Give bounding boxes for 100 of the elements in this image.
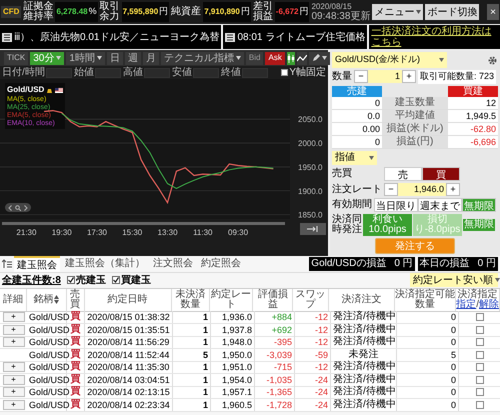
table-cell: 発注済/待機中 [331, 361, 397, 374]
table-cell: 5 [173, 348, 211, 361]
row-checkbox[interactable] [476, 400, 484, 409]
detail-button[interactable]: + [2, 312, 24, 322]
tab[interactable]: 建玉照会 [14, 256, 60, 272]
table-cell: 発注済/待機中 [331, 336, 397, 348]
close-button[interactable]: × [487, 4, 499, 20]
increase-button[interactable]: + [402, 70, 416, 84]
table-cell: 0.00 [332, 122, 382, 134]
y-axis-label: 1900.0 [298, 186, 322, 196]
decrease-button[interactable]: − [354, 70, 368, 84]
row-checkbox[interactable] [476, 350, 484, 359]
row-checkbox[interactable] [476, 363, 484, 372]
row-checkbox[interactable] [476, 376, 484, 384]
designate-link[interactable]: 指定 [456, 300, 476, 310]
line-chart-button[interactable] [296, 52, 307, 64]
ohlc-field [46, 68, 72, 78]
column-header: 評価損益 [256, 290, 289, 310]
period-tab[interactable]: 日 [106, 52, 123, 64]
price-side-tab[interactable]: Bid [246, 52, 264, 64]
table-cell: -12 [295, 336, 331, 348]
expiry-option[interactable]: 当日限り [374, 198, 418, 212]
candlestick-chart-button[interactable] [286, 52, 295, 64]
x-axis-label: 15:30 [122, 228, 142, 237]
zoom-control[interactable] [5, 203, 31, 212]
pnl-value: 0 円 [478, 257, 496, 271]
table-cell: 発注済/待機中 [331, 398, 397, 411]
scroll-to-latest-button[interactable] [300, 223, 326, 235]
period-tab[interactable]: TICK [4, 52, 28, 64]
board-switch-button[interactable]: ボード切換 [425, 4, 480, 20]
x-axis-label: 11:30 [193, 228, 213, 237]
line-chart-icon [296, 54, 307, 62]
period-tab[interactable]: 1時間 [66, 52, 105, 64]
sort-list-icon[interactable] [2, 259, 12, 268]
ohlc-label: 始値 [74, 68, 94, 78]
stat-label: 差引損益 [252, 2, 273, 22]
rate-field[interactable]: 1,946.0 [398, 182, 446, 196]
filter-checkbox[interactable] [66, 276, 75, 284]
menu-button[interactable]: メニュー [372, 4, 424, 20]
period-tab[interactable]: 月 [142, 52, 159, 64]
table-cell: 1,951.0 [211, 361, 255, 374]
chart-scrollbar[interactable] [2, 222, 285, 225]
buy-header: 買建 [448, 86, 498, 96]
detail-button[interactable]: + [2, 324, 24, 335]
tab[interactable]: 注文照会 [150, 256, 196, 272]
expiry-option[interactable]: 週末まで [418, 198, 462, 212]
release-link[interactable]: 解除 [479, 300, 500, 310]
side-toggle[interactable]: 買 [422, 166, 460, 180]
ohlc-field [192, 68, 219, 78]
tab[interactable]: 建玉照会（集計） [62, 256, 148, 272]
symbol-select[interactable]: Gold/USD(金/米ドル) [332, 52, 447, 68]
rate-label: 注文レート [332, 184, 383, 194]
table-cell: 2020/08/14 11:35:30 [85, 361, 173, 374]
quantity-field[interactable]: 1 [368, 70, 402, 84]
available-quantity: 取引可能数量: 723 [418, 70, 496, 84]
help-link[interactable]: 一括決済注文の利用方法はこちら [371, 26, 498, 48]
pnl-label: 本日の損益 [420, 256, 470, 271]
detail-button[interactable]: + [2, 374, 24, 385]
decrease-button[interactable]: − [384, 182, 398, 196]
period-tab[interactable]: 週 [124, 52, 141, 64]
detail-button[interactable]: + [2, 387, 24, 398]
table-cell: Gold/USD [27, 374, 67, 386]
caret-icon [439, 58, 444, 62]
detail-button[interactable]: + [2, 362, 24, 372]
row-checkbox[interactable] [476, 338, 484, 346]
table-cell: -1,365 [255, 386, 295, 398]
pnl-value: 0 円 [394, 257, 413, 271]
x-axis-label: 21:30 [16, 228, 36, 237]
detail-button[interactable]: + [2, 400, 24, 410]
side-toggle[interactable]: 売 [384, 166, 422, 180]
order-type-select[interactable]: 指値 [332, 150, 377, 164]
price-side-tab[interactable]: Ask [265, 52, 285, 64]
drawing-tool-button[interactable] [308, 52, 330, 64]
table-cell: 0 [332, 96, 382, 108]
row-checkbox[interactable] [476, 313, 484, 322]
link-separator: / [476, 300, 480, 310]
increase-button[interactable]: + [446, 182, 460, 196]
table-cell: 1 [173, 398, 211, 411]
detail-button[interactable]: + [2, 337, 24, 348]
technical-indicator-menu[interactable]: テクニカル指標 [160, 52, 244, 64]
settings-icon[interactable] [487, 54, 498, 66]
ohlc-field [242, 68, 268, 78]
ohlc-label: 終値 [220, 68, 241, 78]
table-cell: 1,957.1 [211, 386, 255, 398]
table-cell: 1,948.0 [211, 336, 255, 348]
row-checkbox[interactable] [476, 388, 484, 396]
sort-icon[interactable] [54, 295, 59, 304]
y-axis-fix-checkbox[interactable] [281, 69, 288, 76]
x-axis-label: 09:30 [228, 228, 248, 237]
y-axis-label: 1850.0 [298, 210, 322, 220]
tab[interactable]: 約定照会 [198, 256, 244, 272]
table-cell: 1 [173, 386, 211, 398]
expiry-label: 有効期間 [332, 199, 373, 210]
y-axis-label: 2050.0 [298, 115, 322, 124]
row-checkbox[interactable] [476, 326, 484, 334]
table-cell: 発注済/待機中 [331, 386, 397, 398]
table-cell: 発注済/待機中 [331, 374, 397, 386]
table-cell: 1 [173, 361, 211, 374]
sort-select[interactable]: 約定レート安い順 [410, 273, 498, 287]
filter-checkbox[interactable] [112, 276, 120, 284]
